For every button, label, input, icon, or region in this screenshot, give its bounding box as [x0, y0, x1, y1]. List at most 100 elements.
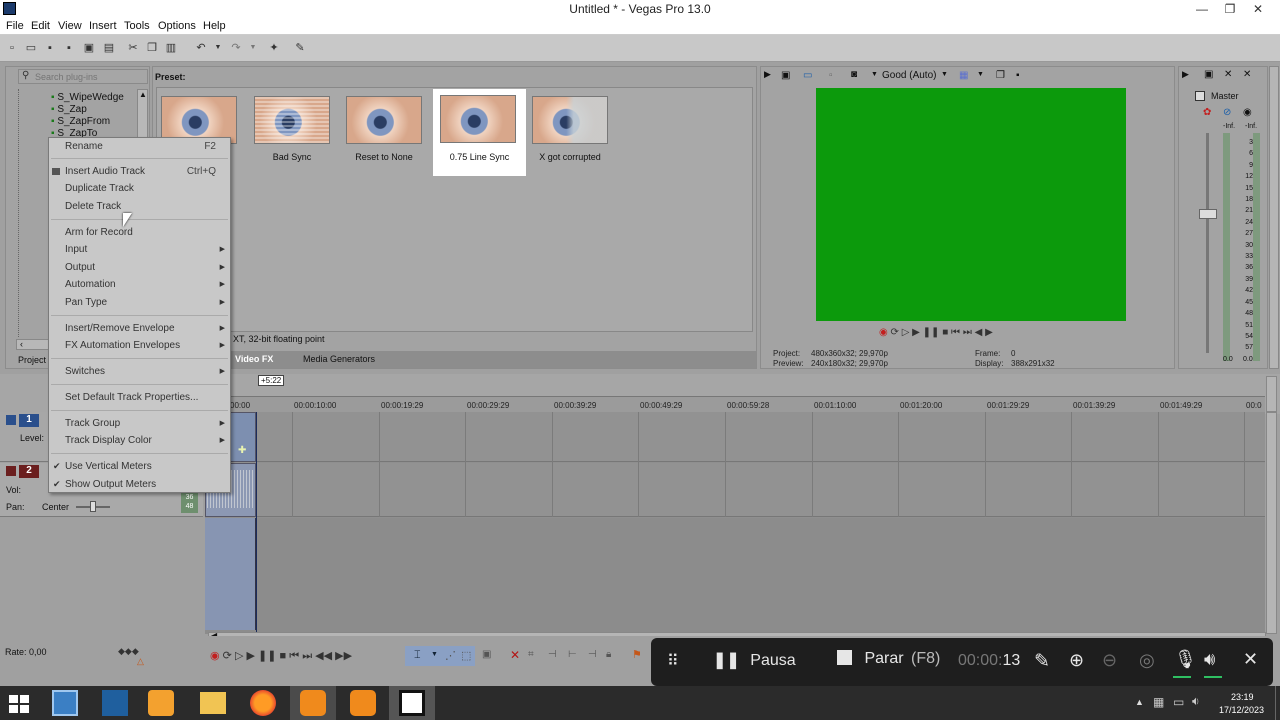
- menu-item-output[interactable]: Output ▶: [49, 259, 230, 276]
- redo-dropdown-icon[interactable]: ▼: [247, 42, 259, 54]
- file-explorer-icon[interactable]: [200, 692, 226, 714]
- track-collapse-icon[interactable]: [6, 415, 16, 425]
- project-properties-icon[interactable]: ▣: [781, 70, 790, 81]
- vegas-active[interactable]: [389, 686, 435, 720]
- scroll-up-icon[interactable]: ▲: [139, 90, 147, 99]
- search-field[interactable]: ⚲: [18, 69, 148, 84]
- go-start-icon[interactable]: ⏮: [289, 650, 299, 662]
- pause-icon[interactable]: ❚❚: [923, 327, 940, 338]
- tab-video-fx[interactable]: Video FX: [235, 354, 273, 364]
- volume-icon[interactable]: 🔉︎: [1192, 694, 1200, 709]
- lock-icon[interactable]: 🔒︎: [606, 649, 611, 660]
- prev-frame-icon[interactable]: ◀◀: [315, 650, 332, 662]
- go-end-icon[interactable]: ⏭: [302, 650, 312, 662]
- fx-icon[interactable]: ✦: [268, 42, 280, 54]
- media-player-icon[interactable]: [148, 690, 174, 716]
- loop-icon[interactable]: ⟳: [223, 650, 232, 662]
- drag-handle-icon[interactable]: ⠿: [667, 651, 679, 671]
- zoom-tool-icon[interactable]: ▣: [482, 649, 491, 660]
- overlays-dropdown-icon[interactable]: ▼: [977, 71, 984, 78]
- clock-date[interactable]: 17/12/2023: [1219, 705, 1264, 715]
- menu-item-insert-audio-track[interactable]: Insert Audio Track Ctrl+Q: [49, 163, 230, 180]
- master-pan-icon[interactable]: ✕: [1243, 69, 1251, 80]
- menu-item-duplicate-track[interactable]: Duplicate Track: [49, 180, 230, 197]
- search-input[interactable]: [35, 71, 145, 83]
- menu-item-track-group[interactable]: Track Group ▶: [49, 415, 230, 432]
- edit-tool-dropdown-icon[interactable]: ▼: [431, 651, 438, 658]
- video-fx-icon[interactable]: ▫: [829, 70, 833, 81]
- pause-button[interactable]: ❚❚ Pausa: [713, 650, 796, 674]
- close-recorder-icon[interactable]: ✕: [1243, 649, 1258, 670]
- microphone-icon[interactable]: 🎙︎: [1174, 649, 1197, 670]
- go-start-icon[interactable]: ⏮: [951, 327, 960, 338]
- next-frame-icon[interactable]: ▶▶: [335, 650, 352, 662]
- new-icon[interactable]: ▫: [6, 42, 18, 54]
- properties-icon[interactable]: ▤: [103, 42, 115, 54]
- tool-icon[interactable]: ✎: [294, 42, 306, 54]
- app-orange-active[interactable]: [290, 686, 336, 720]
- pause-icon[interactable]: ❚❚: [258, 650, 276, 662]
- envelope-tool-icon[interactable]: ⋰: [445, 649, 456, 662]
- menu-help[interactable]: Help: [203, 20, 226, 32]
- menu-item-fx-automation-envelopes[interactable]: FX Automation Envelopes ▶: [49, 337, 230, 354]
- menu-item-input[interactable]: Input ▶: [49, 241, 230, 258]
- scroll-left-icon[interactable]: ‹: [20, 339, 23, 349]
- menu-tools[interactable]: Tools: [124, 20, 150, 32]
- save-as-icon[interactable]: ▪: [63, 42, 75, 54]
- preset-thumb[interactable]: X got corrupted: [527, 94, 613, 176]
- network-computer-icon[interactable]: [52, 690, 78, 716]
- ext-monitor-icon[interactable]: ▭: [803, 70, 812, 81]
- trim-end-icon[interactable]: ⊣: [588, 649, 597, 660]
- play-from-start-icon[interactable]: ▷: [902, 327, 910, 338]
- marker-icon[interactable]: ⚑: [632, 648, 642, 661]
- plugin-item[interactable]: ▪ S_ZapFrom: [51, 116, 110, 127]
- master-fader[interactable]: [1199, 209, 1217, 219]
- quality-dropdown-icon[interactable]: ▼: [941, 71, 948, 78]
- stop-button[interactable]: Parar (F8): [837, 650, 940, 674]
- master-fx-icon[interactable]: ▣: [1204, 69, 1213, 80]
- menu-item-automation[interactable]: Automation ▶: [49, 276, 230, 293]
- plugin-item[interactable]: ▪ S_Zap: [51, 104, 87, 115]
- firefox-icon[interactable]: [250, 690, 276, 716]
- split-icon[interactable]: ⊣: [548, 649, 557, 660]
- save-snapshot-icon[interactable]: ▪: [1016, 70, 1020, 81]
- menu-item-insert-remove-envelope[interactable]: Insert/Remove Envelope ▶: [49, 320, 230, 337]
- selection-region[interactable]: [205, 518, 256, 630]
- save-icon[interactable]: ▪: [44, 42, 56, 54]
- play-icon[interactable]: ▶: [912, 327, 920, 338]
- speaker-icon[interactable]: 🔊︎: [1204, 649, 1215, 670]
- master-solo-button[interactable]: ⊘: [1223, 107, 1231, 118]
- close-button[interactable]: ✕: [1240, 0, 1276, 18]
- master-record-icon[interactable]: ◉: [1243, 107, 1252, 118]
- rate-slider-icon[interactable]: ◆◆◆: [118, 646, 139, 657]
- timeline-scroll[interactable]: [1266, 376, 1277, 412]
- loop-icon[interactable]: ⟳: [891, 327, 899, 338]
- tray-up-icon[interactable]: ▲: [1135, 697, 1144, 707]
- preview-quality[interactable]: Good (Auto): [882, 70, 936, 81]
- menu-file[interactable]: File: [6, 20, 24, 32]
- redo-icon[interactable]: ↷: [230, 42, 242, 54]
- undo-dropdown-icon[interactable]: ▼: [212, 42, 224, 54]
- track-collapse-icon[interactable]: [6, 466, 16, 476]
- render-icon[interactable]: ▣: [83, 42, 95, 54]
- copy-icon[interactable]: ❐: [146, 42, 158, 54]
- stop-icon[interactable]: ■: [942, 327, 948, 338]
- zoom-out-icon[interactable]: ⊖: [1102, 650, 1117, 671]
- menu-item-use-vertical-meters[interactable]: ✔ Use Vertical Meters: [49, 458, 230, 475]
- go-end-icon[interactable]: ⏭: [963, 327, 972, 338]
- trim-icon[interactable]: ⌗: [528, 649, 534, 660]
- play-from-start-icon[interactable]: ▷: [235, 650, 243, 662]
- start-windows-icon[interactable]: [9, 695, 29, 713]
- stop-icon[interactable]: ■: [280, 650, 287, 662]
- menu-item-set-default-track-properties[interactable]: Set Default Track Properties...: [49, 389, 230, 406]
- paste-icon[interactable]: ▥: [165, 42, 177, 54]
- pan-slider-thumb[interactable]: [90, 501, 96, 512]
- timeline-vscroll[interactable]: [1266, 412, 1277, 634]
- menu-edit[interactable]: Edit: [31, 20, 50, 32]
- network-icon[interactable]: ▭: [1173, 695, 1184, 709]
- record-icon[interactable]: ◉: [879, 327, 888, 338]
- preset-thumb[interactable]: Bad Sync: [249, 94, 335, 176]
- menu-item-track-display-color[interactable]: Track Display Color ▶: [49, 432, 230, 449]
- trim-start-icon[interactable]: ⊢: [568, 649, 577, 660]
- split-screen-icon[interactable]: ◙: [851, 69, 857, 80]
